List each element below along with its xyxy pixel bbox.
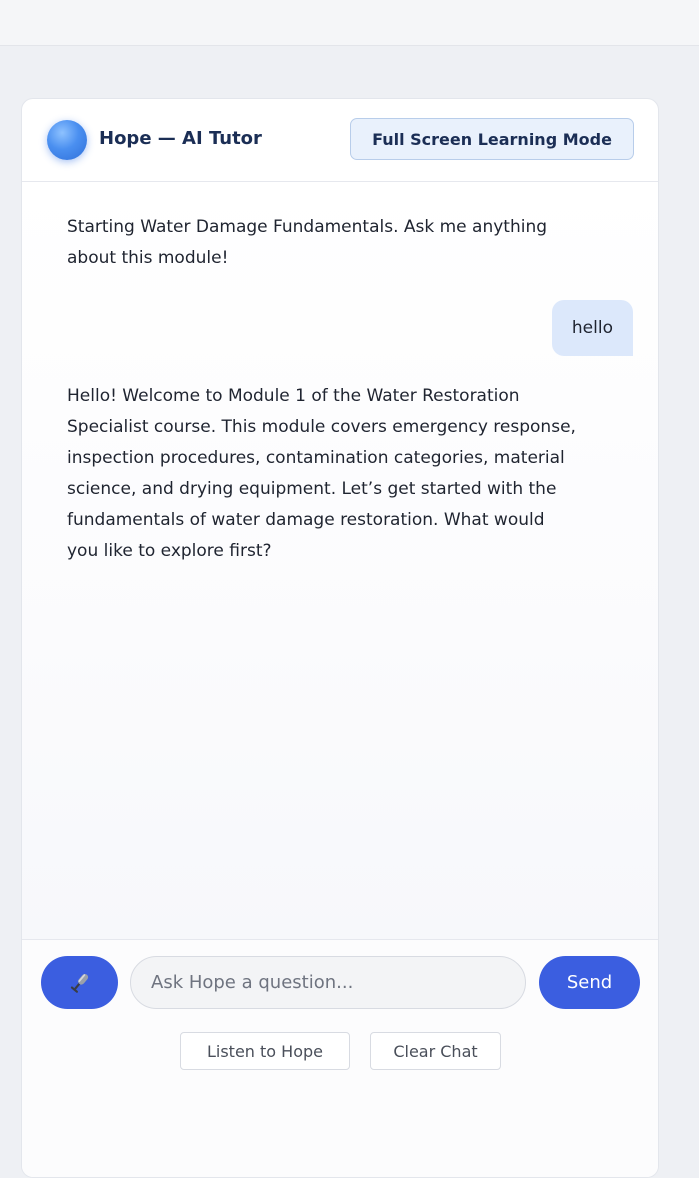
full-screen-learning-mode-button[interactable]: Full Screen Learning Mode — [350, 118, 634, 160]
chat-composer: Send Listen to Hope Clear Chat — [22, 939, 658, 1177]
clear-chat-button[interactable]: Clear Chat — [370, 1032, 501, 1070]
chat-header: Hope — AI Tutor Full Screen Learning Mod… — [22, 99, 658, 182]
user-message: hello — [551, 300, 633, 356]
chat-title: Hope — AI Tutor — [99, 128, 262, 149]
top-bar — [0, 0, 699, 46]
ask-question-input[interactable] — [130, 956, 526, 1009]
message-list: Starting Water Damage Fundamentals. Ask … — [22, 182, 658, 939]
bot-message: Starting Water Damage Fundamentals. Ask … — [67, 217, 548, 268]
bot-message: Hello! Welcome to Module 1 of the Water … — [67, 386, 576, 561]
hope-avatar-orb-icon — [47, 120, 87, 160]
microphone-icon — [70, 973, 88, 993]
tutor-chat-panel: Hope — AI Tutor Full Screen Learning Mod… — [21, 98, 659, 1178]
listen-to-hope-button[interactable]: Listen to Hope — [180, 1032, 350, 1070]
microphone-button[interactable] — [41, 956, 118, 1009]
send-button[interactable]: Send — [539, 956, 640, 1009]
